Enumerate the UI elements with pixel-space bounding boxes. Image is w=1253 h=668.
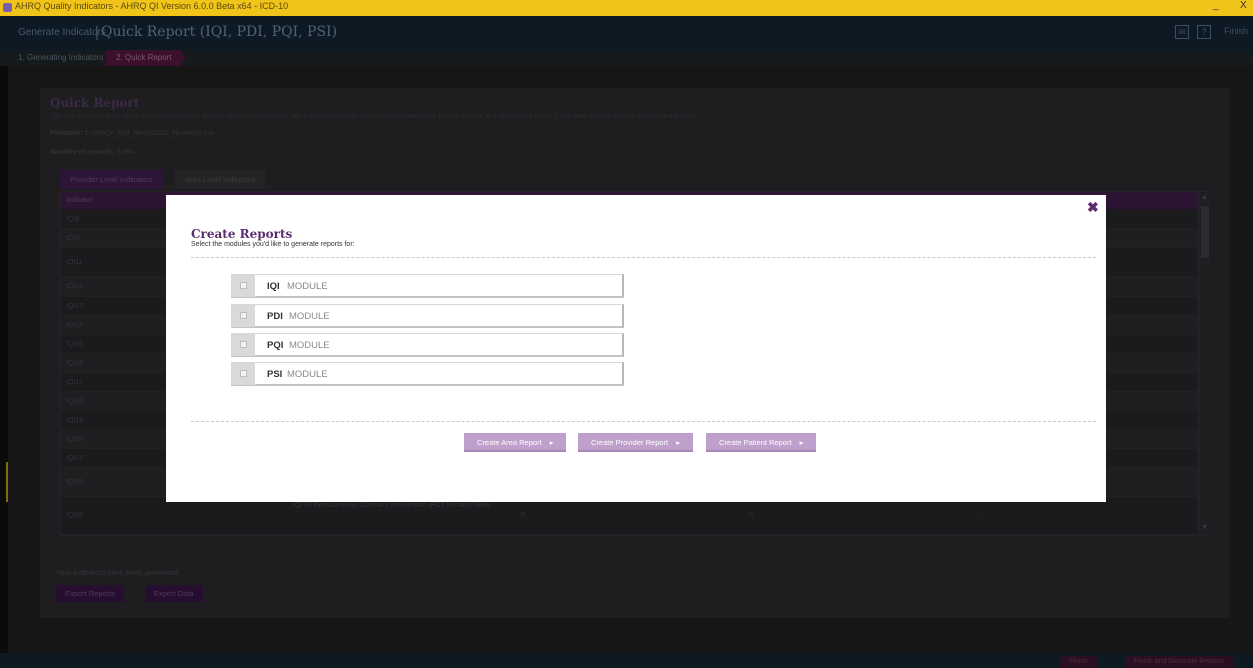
finish-button[interactable]: Finish	[1060, 656, 1097, 668]
indicator-id-cell: IQI14	[66, 322, 84, 329]
scroll-up-icon[interactable]: ▲	[1201, 194, 1208, 201]
wizard-steps: 1. Generating Indicators 2. Quick Report	[0, 50, 1253, 66]
module-pdi[interactable]: PDI MODULE	[231, 304, 624, 328]
filename-label: Filename:	[50, 130, 83, 137]
button-label: Create Provider Report	[591, 438, 669, 447]
indicator-id-cell: IQI16	[66, 360, 84, 367]
window-title: AHRQ Quality Indicators - AHRQ QI Versio…	[15, 1, 289, 11]
module-name: PDI	[267, 311, 283, 322]
numerator-cell: 0	[521, 512, 525, 519]
header-finish-link[interactable]: Finish	[1224, 26, 1248, 36]
indicator-id-cell: IQI12	[66, 283, 84, 290]
module-suffix: MODULE	[289, 340, 330, 351]
indicator-id-cell: IQI15	[66, 341, 84, 348]
indicator-name-cell: IQI 30 Percutaneous Coronary Interventio…	[293, 502, 490, 509]
create-area-report-button[interactable]: Create Area Report ▸	[464, 433, 567, 452]
finish-generate-button[interactable]: Finish and Generate Reports	[1125, 656, 1233, 668]
filename-value: C:\WinQI_Test_files\ICD10_9ksample.csv	[84, 130, 215, 137]
indicator-id-cell: IQI17	[66, 379, 84, 386]
checkbox-well	[232, 363, 255, 385]
records-line: Number of records: 9,894	[50, 149, 134, 156]
filename-line: Filename: C:\WinQI_Test_files\ICD10_9ksa…	[50, 130, 214, 137]
page-title: Quick Report (IQI, PDI, PQI, PSI)	[101, 24, 338, 40]
arrow-right-icon: ▸	[676, 438, 680, 447]
arrow-right-icon: ▸	[799, 438, 804, 447]
module-checkbox[interactable]	[240, 370, 247, 377]
close-window-icon[interactable]: X	[1240, 0, 1247, 11]
module-name: PQI	[267, 340, 284, 351]
records-label: Number of records:	[50, 149, 115, 156]
modal-subtitle: Select the modules you'd like to generat…	[191, 241, 355, 248]
indicator-id-cell: IQI8	[66, 216, 80, 223]
divider	[191, 421, 1096, 422]
arrow-right-icon: ▸	[549, 438, 554, 447]
mail-icon[interactable]: ✉	[1175, 25, 1189, 39]
module-suffix: MODULE	[287, 369, 328, 380]
indicator-id-cell: IQI19	[66, 417, 84, 424]
quick-report-title: Quick Report	[50, 96, 140, 110]
checkbox-well	[232, 334, 255, 356]
module-suffix: MODULE	[287, 281, 328, 292]
button-label: Create Patient Report	[719, 438, 792, 447]
header-separator: |	[95, 24, 99, 41]
step-generating-indicators[interactable]: 1. Generating Indicators	[18, 53, 103, 62]
export-reports-button[interactable]: Export Reports	[56, 585, 125, 602]
app-icon	[3, 3, 12, 12]
quick-report-description: This is a summary of the numerators, den…	[50, 113, 699, 120]
indicator-id-cell: IQI20	[66, 436, 84, 443]
modal-title: Create Reports	[191, 227, 293, 241]
indicator-id-cell: IQI22	[66, 479, 84, 486]
create-reports-modal: ✖ Create Reports Select the modules you'…	[166, 195, 1106, 502]
close-icon[interactable]: ✖	[1087, 199, 1099, 216]
indicator-id-cell: IQI9	[66, 235, 80, 242]
window-titlebar: AHRQ Quality Indicators - AHRQ QI Versio…	[0, 0, 1253, 16]
indicator-id-cell: IQI21	[66, 455, 84, 462]
tab-provider-level[interactable]: Provider Level Indicators	[60, 170, 163, 189]
checkbox-well	[232, 275, 255, 297]
divider	[191, 257, 1096, 258]
indicator-id-cell: IQI30	[66, 512, 84, 519]
module-suffix: MODULE	[289, 311, 330, 322]
button-label: Create Area Report	[477, 438, 542, 447]
export-data-button[interactable]: Export Data	[145, 585, 203, 602]
footer-bar: Finish Finish and Generate Reports	[0, 653, 1253, 668]
rate-cell: -	[976, 512, 979, 519]
scroll-down-icon[interactable]: ▼	[1201, 524, 1208, 531]
create-provider-report-button[interactable]: Create Provider Report ▸	[578, 433, 693, 452]
module-checkbox[interactable]	[240, 341, 247, 348]
left-edge	[0, 66, 8, 653]
checkbox-well	[232, 305, 255, 327]
denominator-cell: 0	[749, 512, 753, 519]
create-patient-report-button[interactable]: Create Patient Report ▸	[706, 433, 817, 452]
module-name: IQI	[267, 281, 280, 292]
generated-message: Your indicators have been generated.	[56, 568, 181, 577]
app-header: Generate Indicators | Quick Report (IQI,…	[0, 16, 1253, 50]
indicator-id-cell: IQI18	[66, 398, 84, 405]
scrollbar-thumb[interactable]	[1201, 206, 1209, 258]
table-row[interactable]: IQI30 IQI 30 Percutaneous Coronary Interv…	[61, 497, 1198, 535]
module-checkbox[interactable]	[240, 312, 247, 319]
step-quick-report[interactable]: 2. Quick Report	[106, 50, 186, 66]
indicator-id-cell: IQI11	[66, 259, 83, 266]
indicator-id-cell: IQI13	[66, 303, 84, 310]
tab-area-level[interactable]: Area Level Indicators	[175, 170, 266, 189]
module-name: PSI	[267, 369, 283, 380]
help-icon[interactable]: ?	[1197, 25, 1211, 39]
module-psi[interactable]: PSI MODULE	[231, 362, 624, 386]
module-checkbox[interactable]	[240, 282, 247, 289]
table-scrollbar[interactable]: ▲ ▼	[1198, 192, 1210, 535]
module-pqi[interactable]: PQI MODULE	[231, 333, 624, 357]
records-value: 9,894	[116, 149, 135, 156]
header-subtitle: Generate Indicators	[18, 27, 106, 38]
module-iqi[interactable]: IQI MODULE	[231, 274, 624, 298]
minimize-icon[interactable]: _	[1213, 0, 1219, 11]
column-header-indicator: Indicator	[66, 197, 93, 204]
